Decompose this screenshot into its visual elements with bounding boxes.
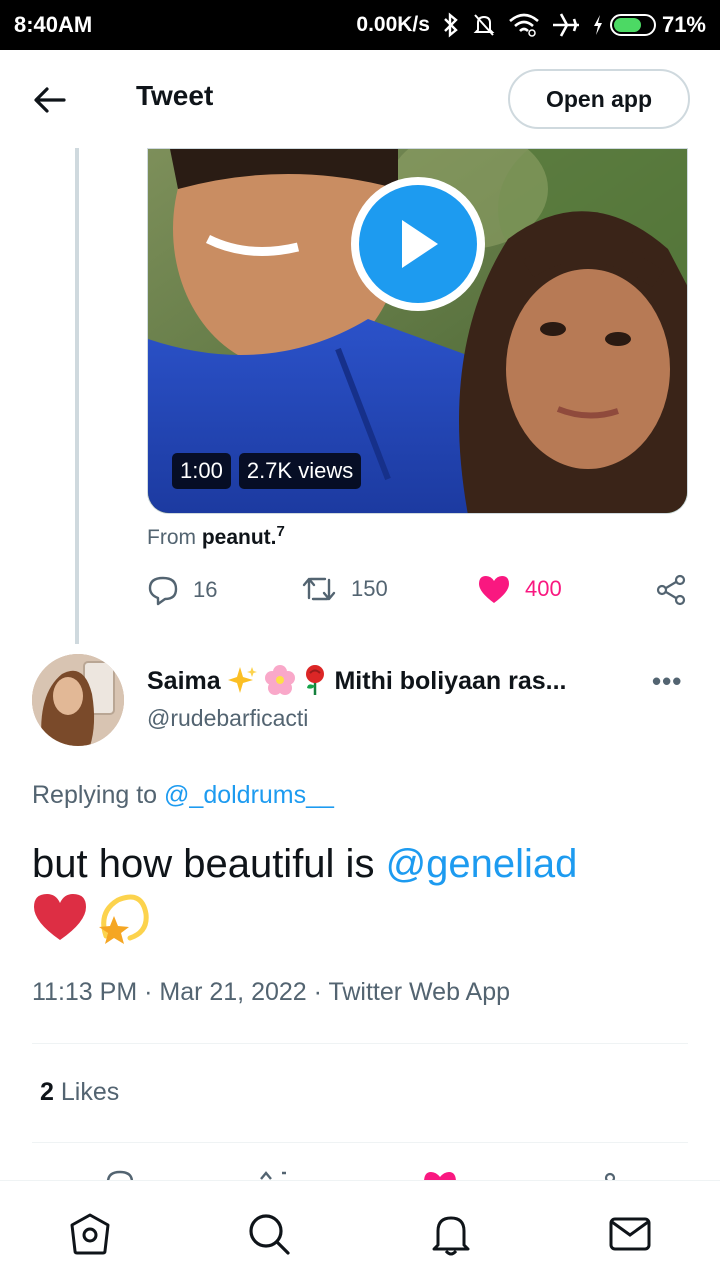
sparkles-icon (227, 667, 257, 693)
retweet-icon (302, 577, 336, 601)
share-action[interactable] (655, 574, 687, 606)
parent-tweet-actions: 16 150 400 (147, 574, 692, 616)
messages-icon[interactable] (607, 1211, 653, 1257)
like-count: 400 (525, 576, 562, 601)
video-source: From peanut.7 (147, 523, 285, 550)
battery-percent: 71% (661, 12, 706, 37)
reply-action[interactable]: 16 (147, 574, 217, 606)
thread-connector-line (75, 148, 79, 644)
bluetooth-icon (444, 12, 458, 38)
charging-icon (593, 15, 602, 35)
source-superscript: 7 (276, 523, 285, 540)
battery-indicator: 71% (592, 12, 706, 38)
bottom-navigation (0, 1180, 720, 1280)
divider (32, 1043, 688, 1044)
home-icon[interactable] (67, 1211, 113, 1257)
hibiscus-icon (264, 665, 295, 695)
battery-icon (609, 14, 656, 36)
mute-icon (473, 14, 495, 36)
heart-icon (479, 576, 509, 603)
tweet-text: but how beautiful is @geneliad (32, 838, 682, 890)
author-handle[interactable]: @rudebarficacti (147, 705, 308, 732)
retweet-action[interactable]: 150 (301, 574, 388, 604)
video-duration: 1:00 (172, 453, 231, 489)
retweet-count: 150 (351, 576, 388, 601)
reply-icon (148, 576, 178, 606)
divider (32, 1142, 688, 1143)
tweet-mention[interactable]: @geneliad (386, 842, 578, 886)
avatar[interactable] (32, 654, 124, 746)
notifications-icon[interactable] (428, 1211, 474, 1257)
replying-to: Replying to @_doldrums__ (32, 781, 334, 810)
tweet-text-body: but how beautiful is (32, 842, 386, 886)
red-heart-icon (34, 894, 86, 940)
replying-to-mention[interactable]: @_doldrums__ (164, 781, 334, 809)
source-prefix: From (147, 526, 196, 549)
avatar-image (32, 654, 124, 746)
share-icon (656, 574, 686, 606)
airplane-icon (552, 13, 579, 37)
search-icon[interactable] (246, 1211, 292, 1257)
like-action[interactable]: 400 (477, 574, 562, 604)
open-app-button[interactable]: Open app (508, 69, 690, 129)
play-icon (402, 220, 438, 268)
likes-count: 2 (40, 1078, 54, 1106)
more-options-icon[interactable]: ••• (652, 666, 682, 697)
page-title: Tweet (136, 80, 214, 111)
likes-summary[interactable]: 2 Likes (40, 1078, 119, 1107)
dizzy-star-icon (99, 894, 149, 944)
video-views: 2.7K views (238, 453, 362, 489)
tweet-timestamp[interactable]: 11:13 PM · Mar 21, 2022 · Twitter Web Ap… (32, 978, 510, 1007)
play-button[interactable] (351, 177, 485, 311)
likes-label: Likes (60, 1078, 120, 1106)
network-speed: 0.00K/s (356, 13, 430, 36)
back-arrow-icon[interactable] (30, 80, 70, 120)
reply-count: 16 (193, 577, 218, 602)
video-player[interactable]: 1:00 2.7K views (147, 148, 688, 514)
wifi-icon (509, 13, 539, 37)
tweet-emojis (32, 892, 150, 946)
replying-prefix: Replying to (32, 781, 158, 809)
author-name[interactable]: Saima Mithi boliyaan ras... (147, 664, 566, 696)
source-name[interactable]: peanut.7 (202, 523, 285, 549)
rose-icon (305, 665, 324, 695)
status-time: 8:40AM (14, 12, 93, 37)
top-header: Tweet Open app (0, 50, 720, 148)
status-bar: 8:40AM 0.00K/s 71% (0, 0, 720, 50)
